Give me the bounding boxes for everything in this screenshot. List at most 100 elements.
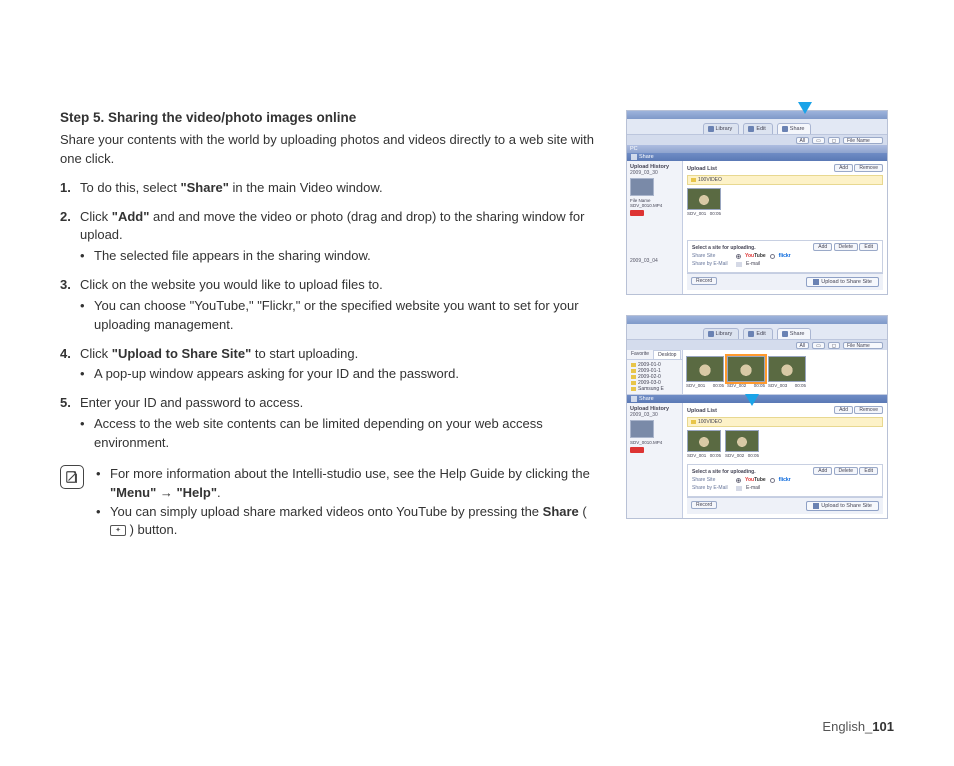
tab-edit[interactable]: Edit — [743, 328, 772, 339]
youtube-badge-icon — [630, 447, 644, 453]
history-filename: SDV_0010.MP4 — [630, 440, 679, 445]
email-icon — [736, 262, 742, 267]
tab-library[interactable]: Library — [703, 123, 740, 134]
record-button[interactable]: Record — [691, 501, 717, 509]
remove-button[interactable]: Remove — [854, 164, 883, 172]
step-sub: The selected file appears in the sharing… — [80, 247, 596, 266]
share-section-icon — [631, 154, 637, 160]
share-icon — [782, 126, 788, 132]
folder-icon — [631, 375, 636, 379]
filename-field[interactable]: File Name — [843, 342, 883, 349]
share-site-box: Select a site for uploading. Add Delete … — [687, 240, 883, 273]
gallery-thumb-selected[interactable]: SDV_00200:05 — [727, 356, 765, 388]
folder-icon — [691, 420, 696, 424]
filter-bar: All ▭ ◻ File Name — [627, 135, 887, 145]
record-button[interactable]: Record — [691, 277, 717, 285]
tab-share[interactable]: Share — [777, 328, 812, 339]
step-number: 3. — [60, 276, 71, 295]
email-label: E-mail — [746, 485, 760, 491]
folder-row[interactable]: 100VIDEO — [687, 417, 883, 427]
upload-to-share-site-button[interactable]: Upload to Share Site — [806, 501, 879, 511]
thumbnail-image — [727, 356, 765, 382]
upload-thumb[interactable]: SDV_00100:05 — [687, 430, 721, 458]
step-number: 4. — [60, 345, 71, 364]
remove-button[interactable]: Remove — [854, 406, 883, 414]
radio-youtube[interactable] — [736, 478, 741, 483]
filter-video-icon[interactable]: ▭ — [812, 137, 825, 144]
radio-flickr[interactable] — [770, 478, 775, 483]
gallery-thumb[interactable]: SDV_00100:05 — [686, 356, 724, 388]
filter-photo-icon[interactable]: ◻ — [828, 342, 840, 349]
filter-all[interactable]: All — [796, 137, 810, 144]
step-sub: A pop-up window appears asking for your … — [80, 365, 596, 384]
history-thumb[interactable] — [630, 420, 654, 438]
gallery-thumb[interactable]: SDV_00300:05 — [768, 356, 806, 388]
desktop-tab[interactable]: Desktop — [653, 350, 681, 359]
tab-edit[interactable]: Edit — [743, 123, 772, 134]
library-icon — [708, 331, 714, 337]
tab-share[interactable]: Share — [777, 123, 812, 134]
share-email-label: Share by E-Mail — [692, 485, 732, 491]
thumbnail-image — [687, 188, 721, 210]
tree-node[interactable]: Samsung E — [629, 386, 680, 392]
page-footer: English_101 — [822, 719, 894, 734]
upload-history-sidebar: Upload History 2009_03_30 SDV_0010.MP4 — [627, 403, 683, 518]
share-site-label: Share Site — [692, 253, 732, 259]
thumbnail-image — [768, 356, 806, 382]
site-delete-button[interactable]: Delete — [834, 467, 858, 475]
step-number: 1. — [60, 179, 71, 198]
add-button[interactable]: Add — [834, 164, 853, 172]
step-sub: Access to the web site contents can be l… — [80, 415, 596, 453]
upload-list-label: Upload List — [687, 166, 717, 172]
step-2: 2. Click "Add" and and move the video or… — [60, 208, 596, 267]
note-line-2: You can simply upload share marked video… — [96, 503, 596, 541]
history-date: 2009_03_30 — [630, 412, 679, 418]
youtube-badge-icon — [630, 210, 644, 216]
site-edit-button[interactable]: Edit — [859, 467, 878, 475]
callout-arrow-icon — [745, 394, 759, 406]
app-screenshot-share-drag: Library Edit Share All ▭ ◻ File Name Fav… — [626, 315, 888, 519]
step-5: 5. Enter your ID and password to access.… — [60, 394, 596, 453]
history-filename: File NameSDV_0010.MP4 — [630, 198, 679, 208]
step-sub: You can choose "YouTube," "Flickr," or t… — [80, 297, 596, 335]
site-add-button[interactable]: Add — [813, 467, 832, 475]
step-3: 3. Click on the website you would like t… — [60, 276, 596, 335]
radio-youtube[interactable] — [736, 254, 741, 259]
folder-icon — [631, 363, 636, 367]
email-label: E-mail — [746, 261, 760, 267]
site-add-button[interactable]: Add — [813, 243, 832, 251]
share-site-label: Share Site — [692, 477, 732, 483]
library-icon — [708, 126, 714, 132]
favorite-tab[interactable]: Favorite — [627, 350, 653, 359]
app-screenshot-share-empty: Library Edit Share All ▭ ◻ File Name PC … — [626, 110, 888, 295]
share-button-icon: ✦ — [110, 525, 126, 536]
site-delete-button[interactable]: Delete — [834, 243, 858, 251]
filter-bar: All ▭ ◻ File Name — [627, 340, 887, 350]
edit-icon — [748, 331, 754, 337]
step-1: 1. To do this, select "Share" in the mai… — [60, 179, 596, 198]
upload-icon — [813, 279, 819, 285]
filename-field[interactable]: File Name — [843, 137, 883, 144]
share-section-icon — [631, 396, 637, 402]
select-site-label: Select a site for uploading. — [692, 245, 756, 251]
folder-row[interactable]: 100VIDEO — [687, 175, 883, 185]
upload-to-share-site-button[interactable]: Upload to Share Site — [806, 277, 879, 287]
filter-all[interactable]: All — [796, 342, 810, 349]
filter-photo-icon[interactable]: ◻ — [828, 137, 840, 144]
upload-thumb[interactable]: SDV_00200:05 — [725, 430, 759, 458]
upload-main-panel: Upload List Add Remove 100VIDEO SDV_0010… — [683, 403, 887, 518]
select-site-label: Select a site for uploading. — [692, 469, 756, 475]
folder-icon — [631, 387, 636, 391]
folder-icon — [631, 381, 636, 385]
flickr-label: flickr — [779, 477, 791, 483]
instruction-column: Step 5. Sharing the video/photo images o… — [60, 110, 596, 540]
note-icon — [60, 465, 84, 489]
edit-icon — [748, 126, 754, 132]
add-button[interactable]: Add — [834, 406, 853, 414]
filter-video-icon[interactable]: ▭ — [812, 342, 825, 349]
radio-flickr[interactable] — [770, 254, 775, 259]
site-edit-button[interactable]: Edit — [859, 243, 878, 251]
upload-thumb[interactable]: SDV_00100:05 — [687, 188, 721, 216]
tab-library[interactable]: Library — [703, 328, 740, 339]
history-thumb[interactable] — [630, 178, 654, 196]
